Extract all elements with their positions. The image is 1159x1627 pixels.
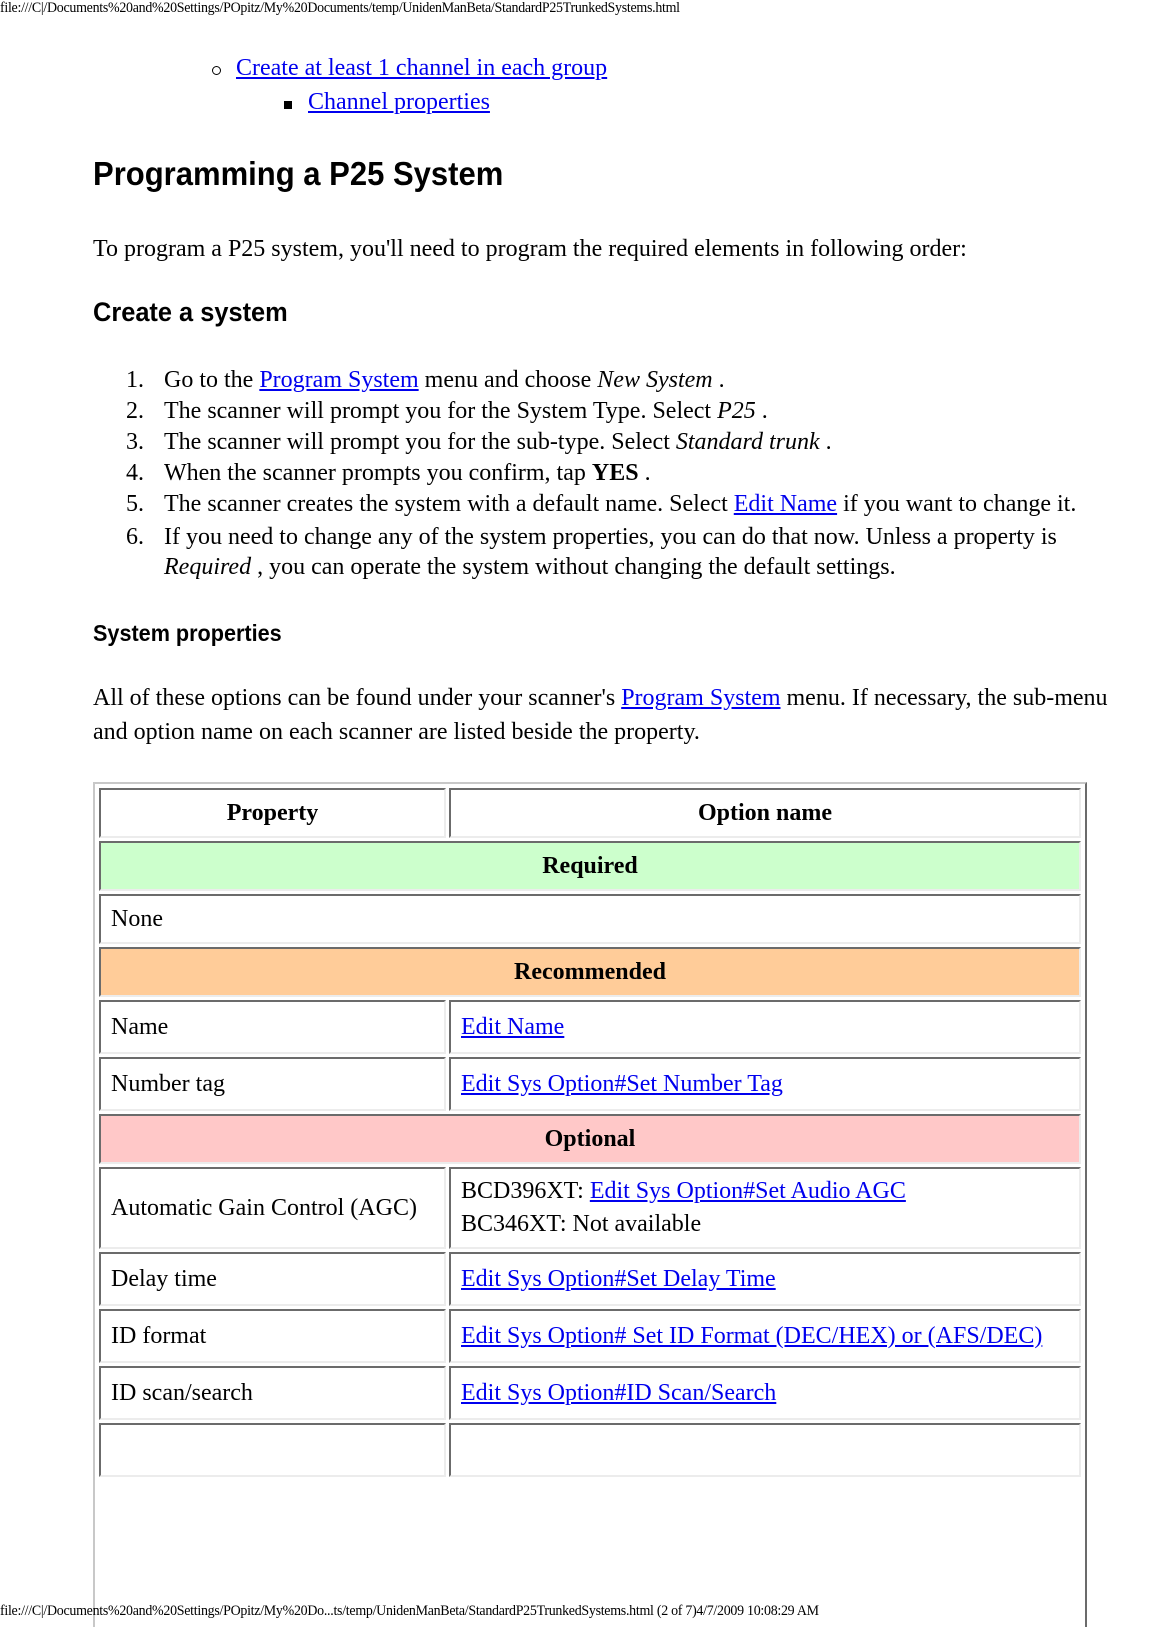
step-text: .: [755, 398, 768, 424]
set-delay-time-link[interactable]: Edit Sys Option#Set Delay Time: [461, 1266, 776, 1292]
step-text: , you can operate the system without cha…: [251, 554, 896, 580]
section-optional-label: Optional: [99, 1114, 1081, 1164]
property-cell: ID scan/search: [99, 1366, 446, 1420]
step-strong: YES: [591, 460, 639, 486]
program-system-link[interactable]: Program System: [259, 367, 418, 393]
step-number: 5.: [126, 491, 144, 517]
set-number-tag-link[interactable]: Edit Sys Option#Set Number Tag: [461, 1071, 783, 1097]
create-channel-link[interactable]: Create at least 1 channel in each group: [236, 55, 607, 81]
property-cell: Number tag: [99, 1057, 446, 1111]
step-emphasis: Required: [164, 554, 252, 580]
set-audio-agc-link[interactable]: Edit Sys Option#Set Audio AGC: [590, 1178, 906, 1204]
step-number: 4.: [126, 460, 144, 486]
step-text: The scanner creates the system with a de…: [164, 491, 734, 517]
step-2: 2. The scanner will prompt you for the Sy…: [126, 396, 1124, 426]
header-property: Property: [99, 788, 446, 838]
step-text: When the scanner prompts you confirm, ta…: [164, 460, 592, 486]
agc-bc346xt-line: BC346XT: Not available: [461, 1211, 702, 1237]
step-emphasis: Standard trunk: [675, 429, 820, 455]
model-label: BCD396XT:: [461, 1178, 590, 1204]
property-cell: Delay time: [99, 1252, 446, 1306]
edit-name-option-link[interactable]: Edit Name: [461, 1014, 564, 1040]
step-6: 6. If you need to change any of the syste…: [126, 522, 1124, 582]
option-cell: Edit Sys Option#Set Delay Time: [449, 1252, 1081, 1306]
option-cell: Edit Sys Option#Set Number Tag: [449, 1057, 1081, 1111]
system-properties-heading: System properties: [93, 620, 282, 646]
step-text: .: [638, 460, 651, 486]
table-row: [99, 1423, 1081, 1477]
property-cell: Name: [99, 1000, 446, 1054]
system-properties-table: Property Option name Required None Recom…: [93, 782, 1087, 1627]
table-row: None: [99, 894, 1081, 944]
option-cell: Edit Sys Option# Set ID Format (DEC/HEX)…: [449, 1309, 1081, 1363]
table-row: ID format Edit Sys Option# Set ID Format…: [99, 1309, 1081, 1363]
step-text: If you need to change any of the system …: [164, 524, 1057, 550]
step-text: The scanner will prompt you for the Syst…: [164, 398, 718, 424]
property-cell: ID format: [99, 1309, 446, 1363]
step-text: Go to the: [164, 367, 260, 393]
step-text: .: [712, 367, 725, 393]
channel-properties-link[interactable]: Channel properties: [308, 89, 490, 115]
step-number: 1.: [126, 367, 144, 393]
circle-bullet-icon: [212, 66, 221, 75]
step-number: 6.: [126, 524, 144, 550]
create-system-heading: Create a system: [93, 297, 288, 327]
edit-name-link[interactable]: Edit Name: [734, 491, 837, 517]
create-system-steps: 1. Go to the Program System menu and choo…: [93, 365, 1124, 583]
step-text: The scanner will prompt you for the sub-…: [164, 429, 676, 455]
property-cell: [99, 1423, 446, 1477]
required-none-cell: None: [99, 894, 1081, 944]
step-number: 2.: [126, 398, 144, 424]
table-header-row: Property Option name: [99, 788, 1081, 838]
page-title: Programming a P25 System: [93, 155, 504, 192]
step-text: if you want to change it.: [837, 491, 1077, 517]
table-row: ID scan/search Edit Sys Option#ID Scan/S…: [99, 1366, 1081, 1420]
program-system-menu-link[interactable]: Program System: [621, 685, 780, 711]
step-text: menu and choose: [418, 367, 598, 393]
table-row: Automatic Gain Control (AGC) BCD396XT: E…: [99, 1167, 1081, 1249]
step-5: 5. The scanner creates the system with a …: [126, 489, 1124, 519]
step-number: 3.: [126, 429, 144, 455]
section-optional: Optional: [99, 1114, 1081, 1164]
section-recommended-label: Recommended: [99, 947, 1081, 997]
option-cell: BCD396XT: Edit Sys Option#Set Audio AGC …: [449, 1167, 1081, 1249]
intro-paragraph: To program a P25 system, you'll need to …: [93, 236, 967, 262]
property-cell: Automatic Gain Control (AGC): [99, 1167, 446, 1249]
id-scan-search-link[interactable]: Edit Sys Option#ID Scan/Search: [461, 1380, 776, 1406]
header-option-name: Option name: [449, 788, 1081, 838]
step-emphasis: P25: [717, 398, 756, 424]
square-bullet-icon: [284, 101, 292, 109]
step-text: .: [819, 429, 832, 455]
page-header-url: file:///C|/Documents%20and%20Settings/PO…: [0, 0, 680, 16]
option-cell: Edit Sys Option#ID Scan/Search: [449, 1366, 1081, 1420]
step-1: 1. Go to the Program System menu and choo…: [126, 365, 1124, 395]
agc-bcd396xt-line: BCD396XT: Edit Sys Option#Set Audio AGC: [461, 1175, 1069, 1208]
toc-item-channel-properties: Channel properties: [284, 89, 490, 116]
intro-text: All of these options can be found under …: [93, 685, 622, 711]
set-id-format-link[interactable]: Edit Sys Option# Set ID Format (DEC/HEX)…: [461, 1323, 1042, 1349]
table-row: Name Edit Name: [99, 1000, 1081, 1054]
table-row: Number tag Edit Sys Option#Set Number Ta…: [99, 1057, 1081, 1111]
section-recommended: Recommended: [99, 947, 1081, 997]
step-4: 4. When the scanner prompts you confirm, …: [126, 458, 1124, 488]
step-3: 3. The scanner will prompt you for the su…: [126, 427, 1124, 457]
system-properties-intro: All of these options can be found under …: [93, 681, 1123, 749]
page-footer-url: file:///C|/Documents%20and%20Settings/PO…: [0, 1603, 819, 1619]
step-emphasis: New System: [597, 367, 713, 393]
option-cell: [449, 1423, 1081, 1477]
section-required-label: Required: [99, 841, 1081, 891]
toc-item-create-channel: Create at least 1 channel in each group: [212, 55, 607, 82]
section-required: Required: [99, 841, 1081, 891]
option-cell: Edit Name: [449, 1000, 1081, 1054]
table-row: Delay time Edit Sys Option#Set Delay Tim…: [99, 1252, 1081, 1306]
